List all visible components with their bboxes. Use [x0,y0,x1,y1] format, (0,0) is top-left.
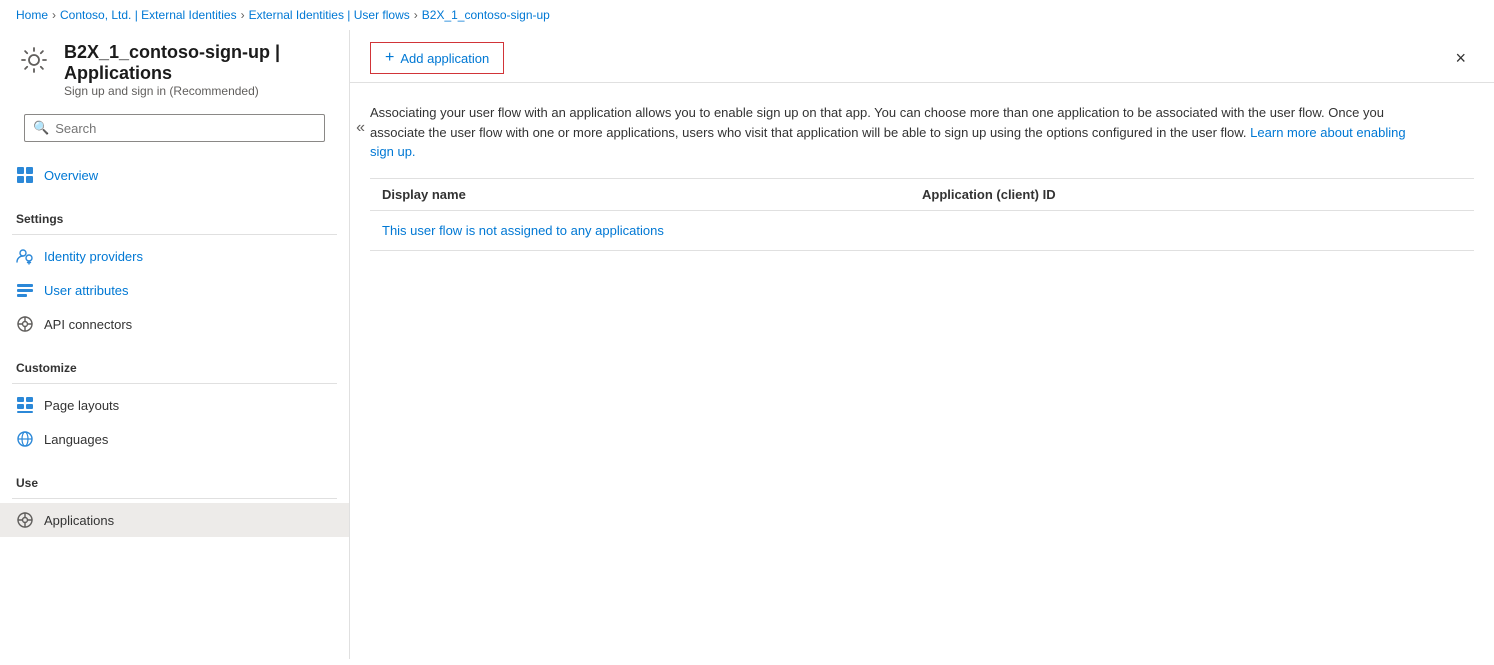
page-subtitle: Sign up and sign in (Recommended) [64,84,333,98]
api-connectors-icon [16,315,34,333]
search-icon: 🔍 [33,120,49,136]
identity-providers-icon [16,247,34,265]
close-button[interactable]: × [1447,44,1474,73]
search-bar: 🔍 [24,114,325,142]
page-layouts-icon [16,396,34,414]
breadcrumb-sep-1: › [52,8,56,22]
sidebar-item-overview-label: Overview [44,168,98,183]
breadcrumb-sep-2: › [241,8,245,22]
sidebar-item-user-attributes-label: User attributes [44,283,129,298]
breadcrumb-sep-3: › [414,8,418,22]
page-header-text: B2X_1_contoso-sign-up | Applications Sig… [64,42,333,98]
applications-icon [16,511,34,529]
plus-icon: + [385,49,394,67]
settings-divider [12,234,337,235]
sidebar-item-applications-label: Applications [44,513,114,528]
sidebar-item-api-connectors[interactable]: API connectors [0,307,349,341]
use-divider [12,498,337,499]
customize-divider [12,383,337,384]
customize-section: Customize Page layouts [0,341,349,456]
table-empty-message: This user flow is not assigned to any ap… [370,211,1474,251]
breadcrumb-user-flows[interactable]: External Identities | User flows [249,8,410,22]
applications-table: Display name Application (client) ID Thi… [370,178,1474,251]
breadcrumb-home[interactable]: Home [16,8,48,22]
page-header: B2X_1_contoso-sign-up | Applications Sig… [0,30,349,106]
info-learn-more-link[interactable]: Learn more about enabling sign up. [370,125,1406,160]
sidebar-item-page-layouts-label: Page layouts [44,398,119,413]
languages-icon [16,430,34,448]
settings-section: Settings Identity providers [0,192,349,341]
search-input[interactable] [55,121,316,136]
sidebar-item-identity-providers-label: Identity providers [44,249,143,264]
page-header-icon [16,42,52,78]
sidebar-item-page-layouts[interactable]: Page layouts [0,388,349,422]
sidebar-item-languages-label: Languages [44,432,108,447]
sidebar-item-user-attributes[interactable]: User attributes [0,273,349,307]
use-section: Use Applications [0,456,349,537]
sidebar-item-api-connectors-label: API connectors [44,317,132,332]
sidebar-item-languages[interactable]: Languages [0,422,349,456]
column-client-id: Application (client) ID [922,187,1462,202]
settings-section-title: Settings [0,202,349,230]
table-header: Display name Application (client) ID [370,179,1474,211]
gear-large-icon [20,46,48,74]
info-text-block: Associating your user flow with an appli… [350,87,1450,178]
column-display-name: Display name [382,187,922,202]
breadcrumb: Home › Contoso, Ltd. | External Identiti… [0,0,1494,30]
sidebar-item-identity-providers[interactable]: Identity providers [0,239,349,273]
add-application-button[interactable]: + Add application [370,42,504,74]
use-section-title: Use [0,466,349,494]
breadcrumb-b2x[interactable]: B2X_1_contoso-sign-up [422,8,550,22]
overview-icon [16,166,34,184]
sidebar: B2X_1_contoso-sign-up | Applications Sig… [0,30,350,659]
customize-section-title: Customize [0,351,349,379]
sidebar-item-applications[interactable]: Applications [0,503,349,537]
page-title: B2X_1_contoso-sign-up | Applications [64,42,333,84]
add-application-label: Add application [400,51,489,66]
sidebar-item-overview[interactable]: Overview [0,158,349,192]
user-attributes-icon [16,281,34,299]
content-header: + Add application × [350,30,1494,83]
content-area: + Add application × Associating your use… [350,30,1494,659]
breadcrumb-contoso[interactable]: Contoso, Ltd. | External Identities [60,8,237,22]
